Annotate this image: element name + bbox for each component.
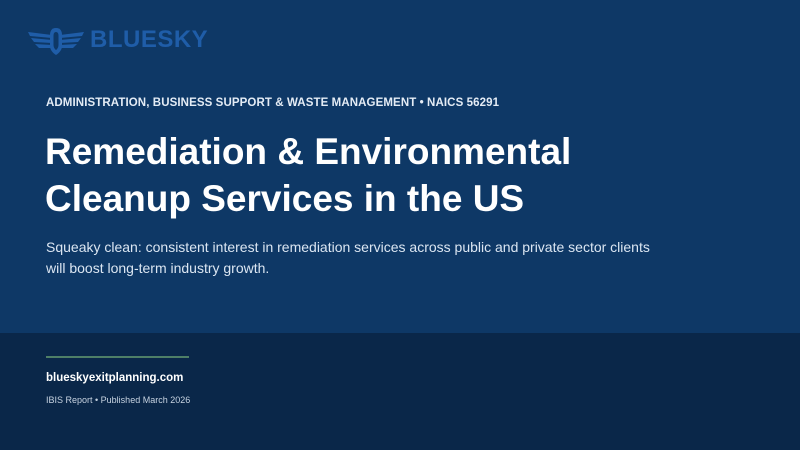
report-cover: BLUESKY ADMINISTRATION, BUSINESS SUPPORT…	[0, 0, 800, 450]
report-title-line-2: Cleanup Services in the US	[45, 178, 525, 219]
cover-header-section: BLUESKY ADMINISTRATION, BUSINESS SUPPORT…	[0, 0, 800, 333]
report-subtitle: Squeaky clean: consistent interest in re…	[46, 239, 650, 276]
website-link[interactable]: blueskyexitplanning.com	[46, 372, 183, 384]
cover-footer-section: blueskyexitplanning.com IBIS Report • Pu…	[0, 333, 800, 450]
report-title-line-1: Remediation & Environmental	[45, 131, 572, 172]
report-title: Remediation & Environmental Cleanup Serv…	[45, 128, 745, 222]
industry-category: ADMINISTRATION, BUSINESS SUPPORT & WASTE…	[46, 97, 500, 109]
brand-logo: BLUESKY	[26, 20, 208, 60]
publication-info: IBIS Report • Published March 2026	[46, 395, 191, 405]
eagle-wings-logo-icon	[28, 28, 84, 55]
brand-name: BLUESKY	[90, 26, 209, 53]
accent-divider	[46, 356, 189, 358]
